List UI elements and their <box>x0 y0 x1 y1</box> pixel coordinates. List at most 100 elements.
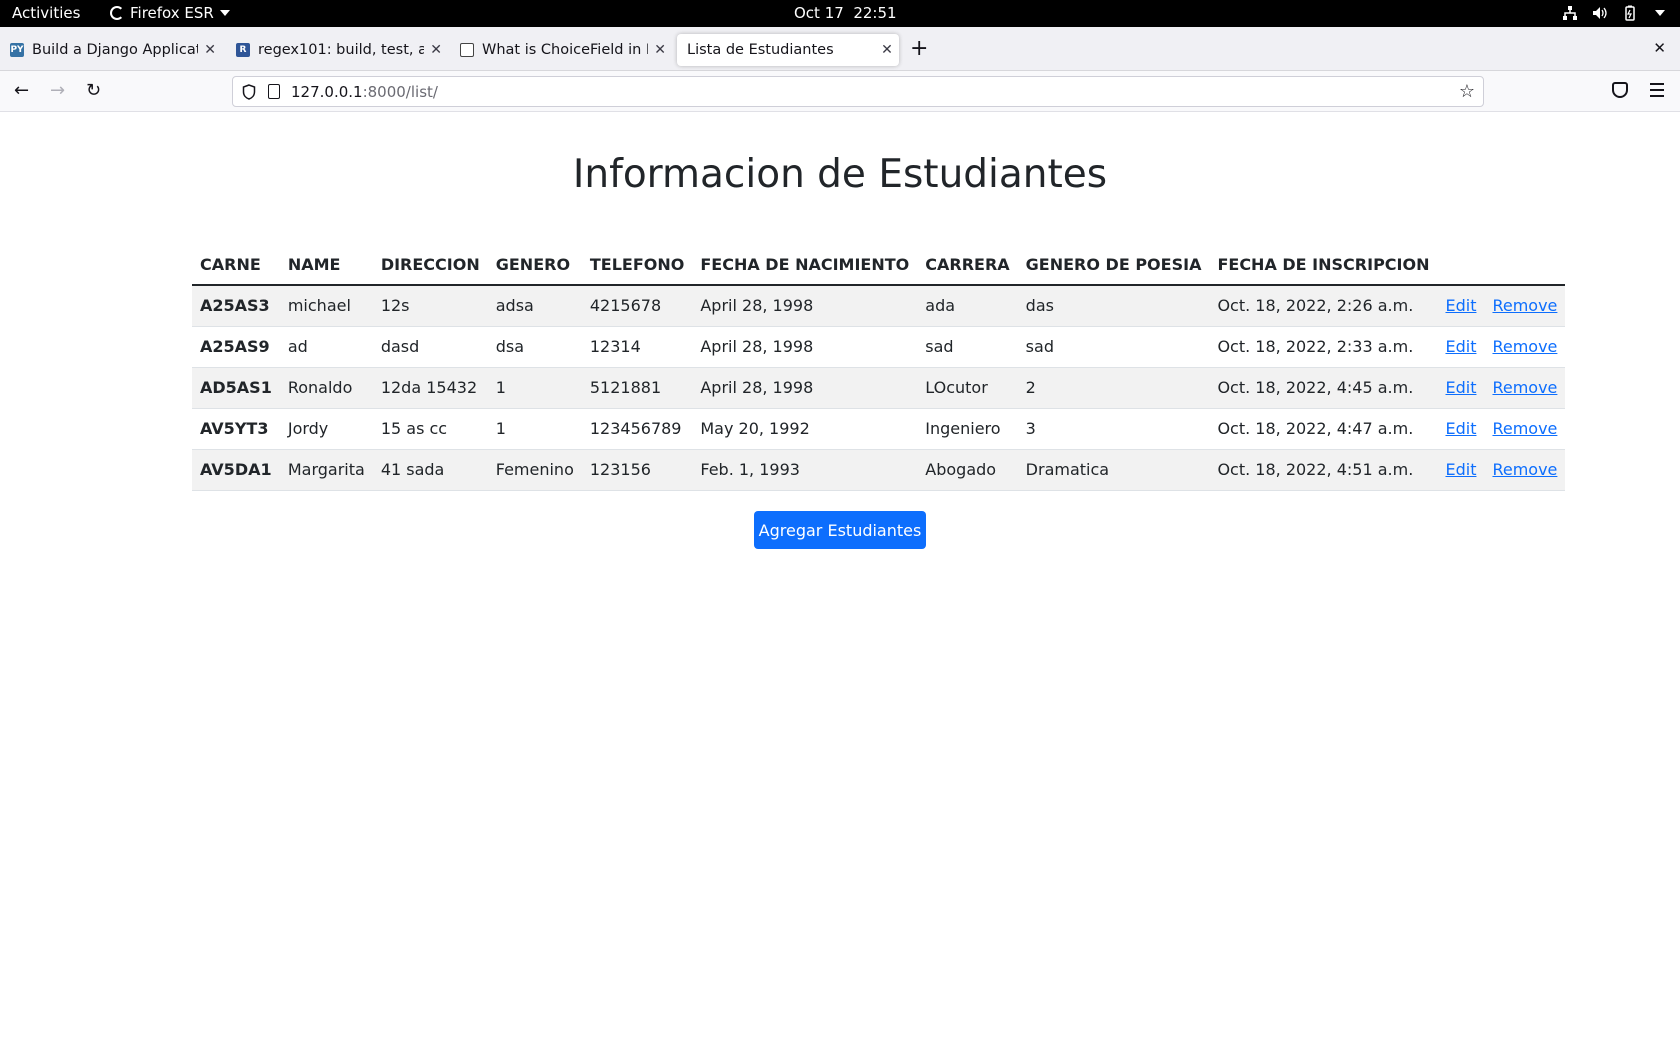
app-name: Firefox ESR <box>130 4 214 22</box>
column-header: GENERO <box>487 245 582 286</box>
activities-button[interactable]: Activities <box>12 4 80 22</box>
tab-choicefield[interactable]: What is ChoiceField in Dj ✕ <box>450 34 668 66</box>
page-info-icon[interactable] <box>268 84 280 99</box>
column-header: GENERO DE POESIA <box>1017 245 1210 286</box>
bookmark-star-icon[interactable]: ☆ <box>1459 81 1475 102</box>
close-icon[interactable]: ✕ <box>879 42 895 58</box>
cell-remove: Remove <box>1484 285 1566 327</box>
tab-strip: PY Build a Django Applicatio ✕ R regex10… <box>0 27 1680 71</box>
cell-name: ad <box>279 326 373 368</box>
edit-link[interactable]: Edit <box>1445 419 1476 438</box>
cell-telefono: 4215678 <box>581 285 693 327</box>
cell-edit: Edit <box>1437 326 1485 368</box>
cell-carrera: sad <box>917 326 1018 368</box>
close-icon[interactable]: ✕ <box>652 42 668 58</box>
tab-title: regex101: build, test, and <box>258 42 425 58</box>
chevron-down-icon <box>219 10 230 16</box>
cell-carne: AV5DA1 <box>192 449 280 491</box>
add-students-button[interactable]: Agregar Estudiantes <box>754 511 926 549</box>
edit-link[interactable]: Edit <box>1445 296 1476 315</box>
column-header: DIRECCION <box>372 245 488 286</box>
back-icon[interactable]: ← <box>14 81 29 101</box>
cell-edit: Edit <box>1437 367 1485 409</box>
table-row: AV5YT3 Jordy 15 as cc 1 123456789 May 20… <box>192 408 1566 450</box>
cell-poesia: Dramatica <box>1017 449 1210 491</box>
pocket-icon[interactable] <box>1612 82 1628 98</box>
cell-edit: Edit <box>1437 285 1485 327</box>
tab-title: What is ChoiceField in Dj <box>482 42 649 58</box>
cell-remove: Remove <box>1484 326 1566 368</box>
reload-icon[interactable]: ↻ <box>86 81 101 101</box>
page-content: Informacion de Estudiantes CARNE NAME DI… <box>0 112 1680 1050</box>
column-header: CARRERA <box>917 245 1018 286</box>
remove-link[interactable]: Remove <box>1492 378 1557 397</box>
url-bar[interactable]: 127.0.0.1:8000/list/ ☆ <box>232 76 1484 107</box>
python-icon: PY <box>10 43 24 57</box>
cell-inscripcion: Oct. 18, 2022, 2:33 a.m. <box>1209 326 1438 368</box>
cell-nacimiento: April 28, 1998 <box>692 326 918 368</box>
clock[interactable]: Oct 17 22:51 <box>794 4 897 22</box>
cell-telefono: 5121881 <box>581 367 693 409</box>
cell-carrera: LOcutor <box>917 367 1018 409</box>
tab-django-tutorial[interactable]: PY Build a Django Applicatio ✕ <box>0 34 218 66</box>
cell-telefono: 123456789 <box>581 408 693 450</box>
cell-telefono: 12314 <box>581 326 693 368</box>
table-header-row: CARNE NAME DIRECCION GENERO TELEFONO FEC… <box>192 245 1566 286</box>
cell-nacimiento: April 28, 1998 <box>692 367 918 409</box>
app-menu[interactable]: Firefox ESR <box>110 4 230 22</box>
tab-lista-estudiantes[interactable]: Lista de Estudiantes ✕ <box>677 34 899 66</box>
cell-telefono: 123156 <box>581 449 693 491</box>
cell-carrera: Ingeniero <box>917 408 1018 450</box>
cell-poesia: sad <box>1017 326 1210 368</box>
close-window-icon[interactable]: ✕ <box>1653 39 1666 57</box>
shield-icon[interactable] <box>242 83 256 100</box>
tab-title: Build a Django Applicatio <box>32 42 199 58</box>
column-header: CARNE <box>192 245 280 286</box>
cell-nacimiento: April 28, 1998 <box>692 285 918 327</box>
cell-carrera: ada <box>917 285 1018 327</box>
cell-poesia: 2 <box>1017 367 1210 409</box>
cell-carne: A25AS3 <box>192 285 280 327</box>
navigation-toolbar: ← → ↻ 127.0.0.1:8000/list/ ☆ <box>0 71 1680 112</box>
cell-name: Ronaldo <box>279 367 373 409</box>
edit-link[interactable]: Edit <box>1445 378 1476 397</box>
system-tray[interactable] <box>1562 5 1668 21</box>
cell-remove: Remove <box>1484 449 1566 491</box>
cell-name: Margarita <box>279 449 373 491</box>
remove-link[interactable]: Remove <box>1492 419 1557 438</box>
cell-genero: adsa <box>487 285 582 327</box>
close-icon[interactable]: ✕ <box>428 42 444 58</box>
cell-edit: Edit <box>1437 408 1485 450</box>
column-header: FECHA DE INSCRIPCION <box>1209 245 1438 286</box>
column-header-edit <box>1437 245 1485 286</box>
remove-link[interactable]: Remove <box>1492 460 1557 479</box>
edit-link[interactable]: Edit <box>1445 337 1476 356</box>
table-row: A25AS3 michael 12s adsa 4215678 April 28… <box>192 285 1566 327</box>
cell-name: michael <box>279 285 373 327</box>
new-tab-icon[interactable]: + <box>910 38 928 60</box>
firefox-icon <box>110 6 124 20</box>
battery-icon <box>1625 5 1635 21</box>
close-icon[interactable]: ✕ <box>202 42 218 58</box>
forward-icon[interactable]: → <box>50 81 65 101</box>
cell-carrera: Abogado <box>917 449 1018 491</box>
remove-link[interactable]: Remove <box>1492 337 1557 356</box>
remove-link[interactable]: Remove <box>1492 296 1557 315</box>
edit-link[interactable]: Edit <box>1445 460 1476 479</box>
cell-inscripcion: Oct. 18, 2022, 4:47 a.m. <box>1209 408 1438 450</box>
system-top-bar: Activities Firefox ESR Oct 17 22:51 <box>0 0 1680 27</box>
cell-poesia: 3 <box>1017 408 1210 450</box>
url-host: 127.0.0.1 <box>291 82 363 101</box>
cell-carne: AV5YT3 <box>192 408 280 450</box>
cell-nacimiento: May 20, 1992 <box>692 408 918 450</box>
url-path: :8000/list/ <box>362 82 438 101</box>
tab-regex101[interactable]: R regex101: build, test, and ✕ <box>226 34 444 66</box>
column-header: TELEFONO <box>581 245 693 286</box>
students-table: CARNE NAME DIRECCION GENERO TELEFONO FEC… <box>192 245 1566 491</box>
cell-remove: Remove <box>1484 367 1566 409</box>
page-title: Informacion de Estudiantes <box>572 152 1108 197</box>
cell-direccion: 12da 15432 <box>372 367 488 409</box>
cell-name: Jordy <box>279 408 373 450</box>
cell-inscripcion: Oct. 18, 2022, 4:51 a.m. <box>1209 449 1438 491</box>
menu-icon[interactable] <box>1650 83 1664 101</box>
